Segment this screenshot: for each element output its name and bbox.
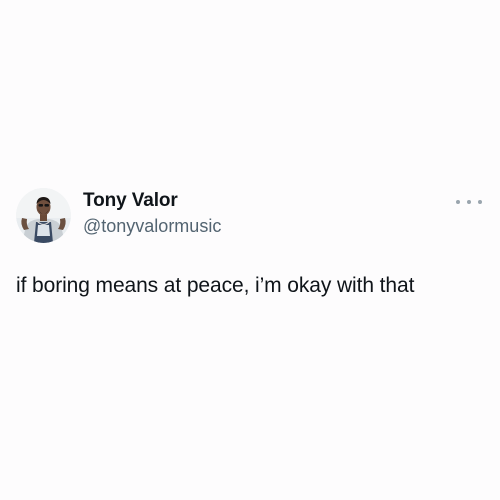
author-handle[interactable]: @tonyvalormusic bbox=[83, 216, 221, 237]
page: Tony Valor @tonyvalormusic if boring mea… bbox=[0, 0, 500, 500]
tweet-text: if boring means at peace, i’m okay with … bbox=[16, 274, 415, 297]
profile-photo bbox=[16, 188, 71, 243]
more-dot bbox=[456, 200, 460, 204]
tweet-card: Tony Valor @tonyvalormusic if boring mea… bbox=[0, 0, 500, 500]
more-dot bbox=[467, 200, 471, 204]
more-options-icon[interactable] bbox=[456, 194, 482, 210]
avatar[interactable] bbox=[16, 188, 71, 243]
author-name[interactable]: Tony Valor bbox=[83, 190, 178, 212]
more-dot bbox=[478, 200, 482, 204]
